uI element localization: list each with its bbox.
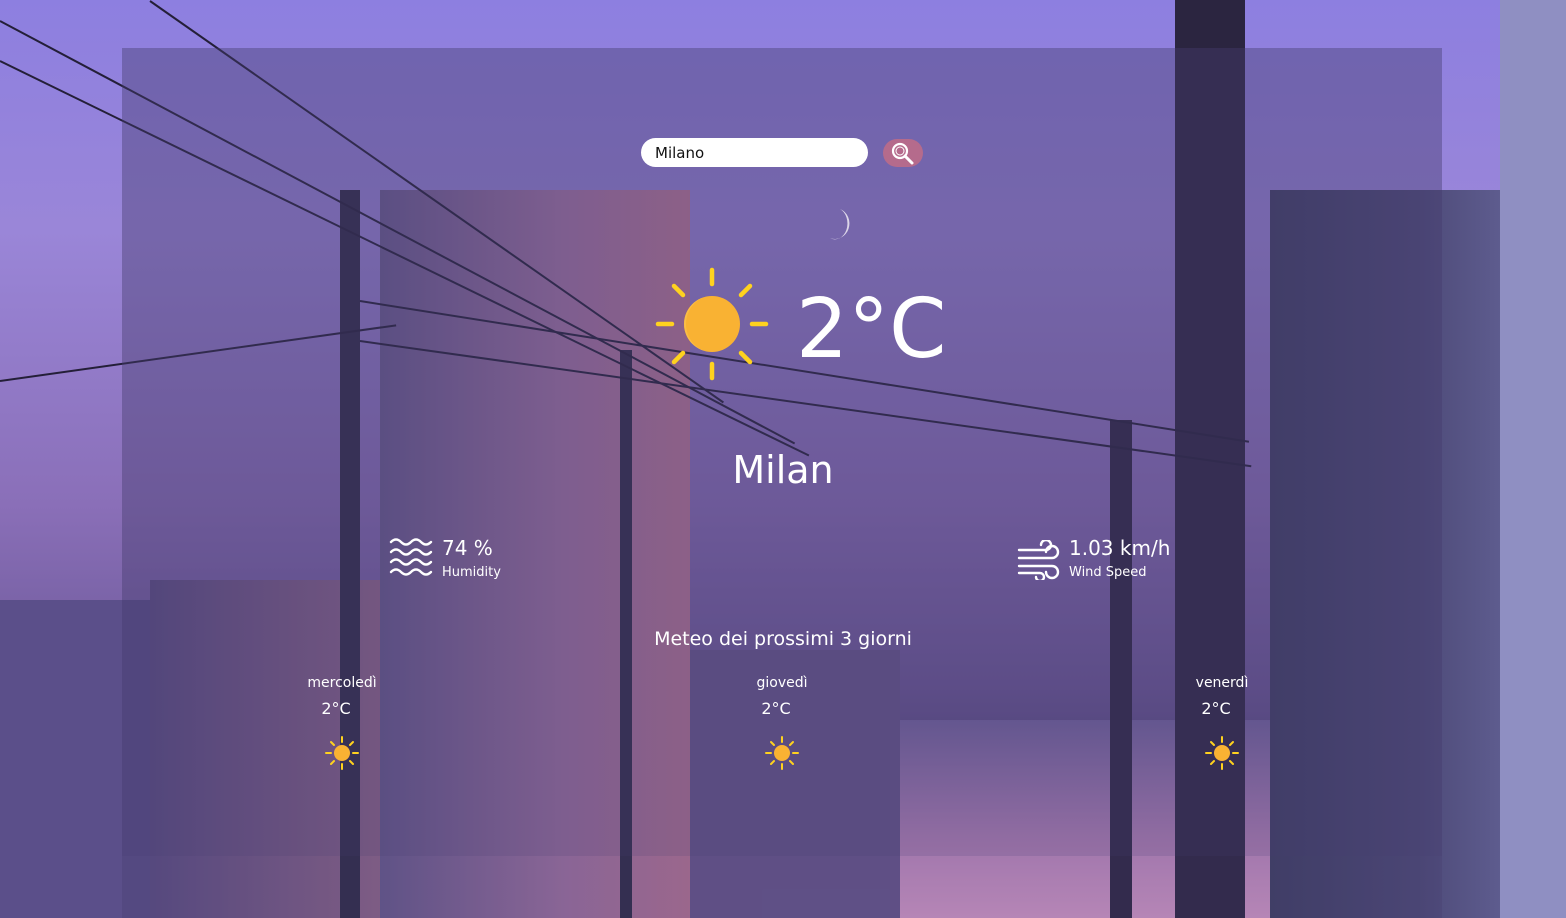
search-input[interactable] bbox=[641, 138, 868, 167]
current-temperature: 2°C bbox=[796, 282, 947, 377]
wind-speed-label: Wind Speed bbox=[1069, 565, 1147, 580]
forecast-day-temp: 2°C bbox=[321, 699, 351, 718]
forecast-title: Meteo dei prossimi 3 giorni bbox=[654, 628, 912, 650]
moon bbox=[830, 209, 850, 240]
forecast-day-temp: 2°C bbox=[1201, 699, 1231, 718]
forecast-day-name: giovedì bbox=[756, 675, 808, 691]
waves-icon bbox=[389, 538, 433, 576]
wind-icon bbox=[1017, 540, 1060, 580]
sun-icon bbox=[325, 736, 359, 770]
city-name: Milan bbox=[732, 448, 834, 492]
sun-icon bbox=[655, 267, 769, 381]
magnifier-icon bbox=[891, 142, 914, 165]
sun-icon bbox=[765, 736, 799, 770]
forecast-day-name: mercoledì bbox=[307, 675, 377, 691]
search-button[interactable] bbox=[883, 139, 923, 167]
forecast-day-temp: 2°C bbox=[761, 699, 791, 718]
humidity-label: Humidity bbox=[442, 565, 501, 580]
sun-icon bbox=[1205, 736, 1239, 770]
wind-speed-value: 1.03 km/h bbox=[1069, 536, 1171, 560]
bottom-band bbox=[122, 856, 1442, 918]
humidity-value: 74 % bbox=[442, 536, 493, 560]
forecast-day-name: venerdì bbox=[1195, 675, 1249, 691]
